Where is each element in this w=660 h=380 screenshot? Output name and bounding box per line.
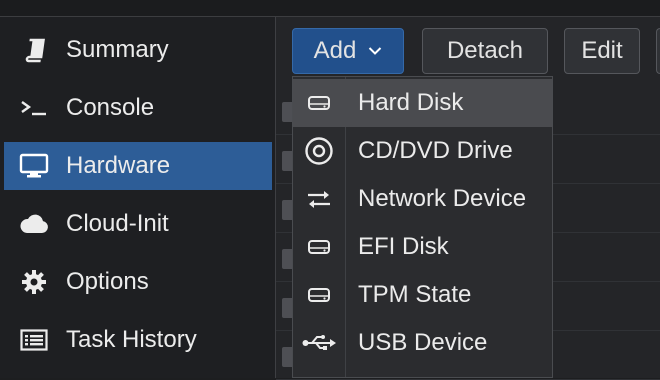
sidebar-item-options[interactable]: Options xyxy=(4,258,272,306)
menu-item-efi-disk[interactable]: EFI Disk xyxy=(293,223,552,271)
sidebar-item-label: Task History xyxy=(66,326,197,353)
cloud-icon xyxy=(18,208,50,240)
gear-icon xyxy=(18,266,50,298)
hard-disk-icon xyxy=(293,79,345,127)
add-dropdown-menu: Hard Disk CD/DVD Drive Network Device EF… xyxy=(292,76,553,378)
detach-button-label: Detach xyxy=(446,37,524,64)
cd-dvd-icon xyxy=(293,127,345,175)
monitor-icon xyxy=(18,150,50,182)
terminal-icon xyxy=(18,92,50,124)
usb-icon xyxy=(293,319,345,367)
menu-item-cd-dvd-drive[interactable]: CD/DVD Drive xyxy=(293,127,552,175)
menu-item-label: USB Device xyxy=(358,329,488,356)
sidebar-item-label: Cloud-Init xyxy=(66,210,169,237)
edit-button-label: Edit xyxy=(581,37,623,64)
menu-item-label: Network Device xyxy=(358,185,527,212)
sidebar-item-task-history[interactable]: Task History xyxy=(4,316,272,364)
add-button-label: Add xyxy=(313,37,357,64)
menu-item-hard-disk[interactable]: Hard Disk xyxy=(293,79,552,127)
sidebar: Summary Console Hardware Cloud-Init Opti… xyxy=(0,17,276,378)
chevron-down-icon xyxy=(368,46,382,56)
sidebar-item-label: Hardware xyxy=(66,152,171,179)
sidebar-item-label: Summary xyxy=(66,36,169,63)
sidebar-item-summary[interactable]: Summary xyxy=(4,26,272,74)
sidebar-item-cloud-init[interactable]: Cloud-Init xyxy=(4,200,272,248)
menu-item-label: Hard Disk xyxy=(358,89,464,116)
hard-disk-icon xyxy=(293,223,345,271)
sidebar-item-console[interactable]: Console xyxy=(4,84,272,132)
menu-item-tpm-state[interactable]: TPM State xyxy=(293,271,552,319)
hard-disk-icon xyxy=(293,271,345,319)
toolbar-overflow-button[interactable] xyxy=(656,28,660,74)
sidebar-item-label: Options xyxy=(66,268,149,295)
sidebar-item-hardware[interactable]: Hardware xyxy=(4,142,272,190)
top-strip xyxy=(0,0,660,17)
menu-item-label: CD/DVD Drive xyxy=(358,137,513,164)
menu-item-label: TPM State xyxy=(358,281,472,308)
network-exchange-icon xyxy=(293,175,345,223)
detach-button[interactable]: Detach xyxy=(422,28,548,74)
menu-item-network-device[interactable]: Network Device xyxy=(293,175,552,223)
book-icon xyxy=(18,34,50,66)
add-button[interactable]: Add xyxy=(292,28,404,74)
edit-button[interactable]: Edit xyxy=(564,28,640,74)
menu-item-label: EFI Disk xyxy=(358,233,449,260)
sidebar-item-label: Console xyxy=(66,94,155,121)
menu-item-usb-device[interactable]: USB Device xyxy=(293,319,552,367)
list-icon xyxy=(18,324,50,356)
